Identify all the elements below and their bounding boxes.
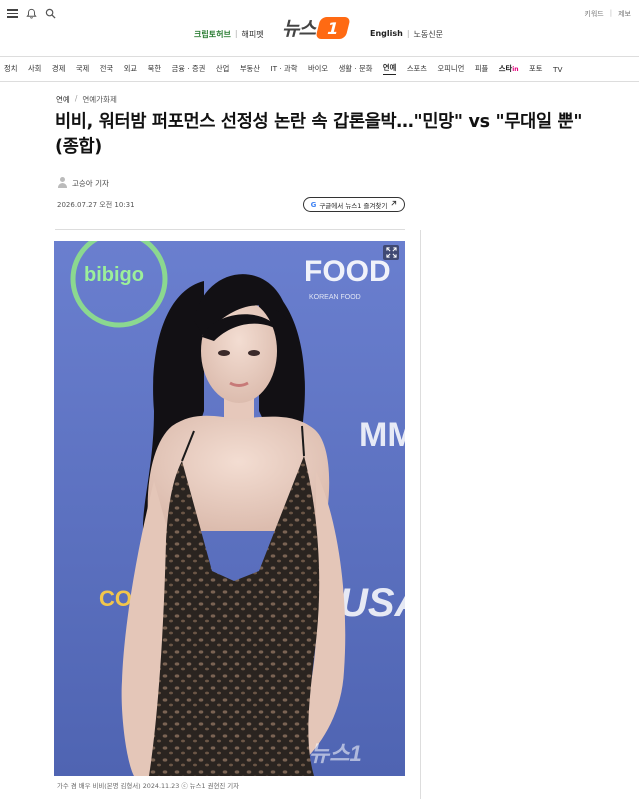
partner-links-right: English | 노동신문 <box>370 29 443 40</box>
category-nav: 정치 사회 경제 국제 전국 외교 북한 금융 · 증권 산업 부동산 IT ·… <box>0 56 639 82</box>
nav-item[interactable]: 정치 <box>4 64 17 74</box>
nav-item[interactable]: 국제 <box>76 64 89 74</box>
nav-item[interactable]: 스포츠 <box>407 64 427 74</box>
article-photo[interactable]: bibigo FOOD KOREAN FOOD MMA COM USA 뉴스1 <box>54 241 405 776</box>
google-g-icon: G <box>310 200 317 209</box>
nav-item[interactable]: 오피니언 <box>437 64 464 74</box>
header-divider <box>55 229 405 230</box>
breadcrumb-separator: / <box>74 94 78 103</box>
breadcrumb-section[interactable]: 연예 <box>56 94 70 105</box>
labor-news-link[interactable]: 노동신문 <box>414 29 443 40</box>
search-icon[interactable] <box>44 7 57 20</box>
nav-item-star-in[interactable]: 스타in <box>499 64 519 74</box>
nav-item[interactable]: 경제 <box>52 64 65 74</box>
column-divider <box>420 230 421 799</box>
top-left-icons <box>6 7 57 20</box>
logo-badge: 1 <box>315 16 351 39</box>
nav-item[interactable]: 북한 <box>148 64 161 74</box>
top-header: 키워드 | 제보 크립토허브 | 해피펫 뉴스 1 English | 노동신문 <box>0 0 639 52</box>
nav-item[interactable]: IT · 과학 <box>270 64 297 74</box>
separator: | <box>609 9 613 17</box>
publish-date: 2026.07.27 오전 10:31 <box>57 201 135 209</box>
nav-item[interactable]: 사회 <box>28 64 41 74</box>
menu-icon[interactable] <box>6 7 19 20</box>
star-badge: in <box>512 66 519 73</box>
byline: 고승아 기자 <box>57 177 109 189</box>
external-link-icon <box>390 200 397 209</box>
keyword-link[interactable]: 키워드 <box>584 9 603 19</box>
nav-item[interactable]: 부동산 <box>240 64 260 74</box>
backdrop-mma: MMA <box>359 416 405 454</box>
backdrop-usa: USA <box>339 581 405 625</box>
nav-item[interactable]: 산업 <box>216 64 229 74</box>
backdrop-food: FOOD <box>304 255 391 288</box>
backdrop-bibigo: bibigo <box>84 264 144 286</box>
reporter-avatar-icon <box>57 177 68 189</box>
photo-caption: 가수 겸 배우 비비(본명 김형서) 2024.11.23 ⓒ 뉴스1 권현진 … <box>57 782 240 790</box>
nav-item-entertainment[interactable]: 연예 <box>382 63 397 75</box>
google-button-label: 구글에서 뉴스1 즐겨찾기 <box>319 201 388 210</box>
article-title: 비비, 워터밤 퍼포먼스 선정성 논란 속 갑론을박…"민망" vs "무대일 … <box>55 112 583 157</box>
top-right-links: 키워드 | 제보 <box>584 9 631 19</box>
partner-links-left: 크립토허브 | 해피펫 <box>194 29 264 40</box>
logo-text: 뉴스 <box>282 18 316 40</box>
english-link[interactable]: English <box>370 29 403 40</box>
nav-item[interactable]: 바이오 <box>308 64 328 74</box>
bell-icon[interactable] <box>25 7 38 20</box>
photo-watermark: 뉴스1 <box>309 741 362 766</box>
breadcrumb-subsection[interactable]: 연예가화제 <box>82 94 117 105</box>
happy-pet-link[interactable]: 해피펫 <box>242 29 264 40</box>
breadcrumb: 연예 / 연예가화제 <box>56 94 117 105</box>
nav-item-photo[interactable]: 포토 <box>529 64 542 74</box>
nav-item[interactable]: 피플 <box>475 64 488 74</box>
google-favorite-button[interactable]: G 구글에서 뉴스1 즐겨찾기 <box>303 197 405 212</box>
tip-link[interactable]: 제보 <box>618 9 631 19</box>
nav-item-tv[interactable]: TV <box>553 65 562 74</box>
separator: | <box>234 29 238 38</box>
separator: | <box>406 29 410 38</box>
star-label: 스타 <box>498 64 513 73</box>
crypto-hub-link[interactable]: 크립토허브 <box>194 29 231 40</box>
reporter-name[interactable]: 고승아 기자 <box>72 178 109 189</box>
site-logo[interactable]: 뉴스 1 <box>282 14 351 41</box>
backdrop-korean-food: KOREAN FOOD <box>309 294 361 301</box>
nav-item[interactable]: 생활 · 문화 <box>339 64 373 74</box>
expand-icon[interactable] <box>383 245 399 260</box>
nav-item[interactable]: 외교 <box>124 64 137 74</box>
nav-item[interactable]: 금융 · 증권 <box>172 64 206 74</box>
nav-item[interactable]: 전국 <box>100 64 113 74</box>
